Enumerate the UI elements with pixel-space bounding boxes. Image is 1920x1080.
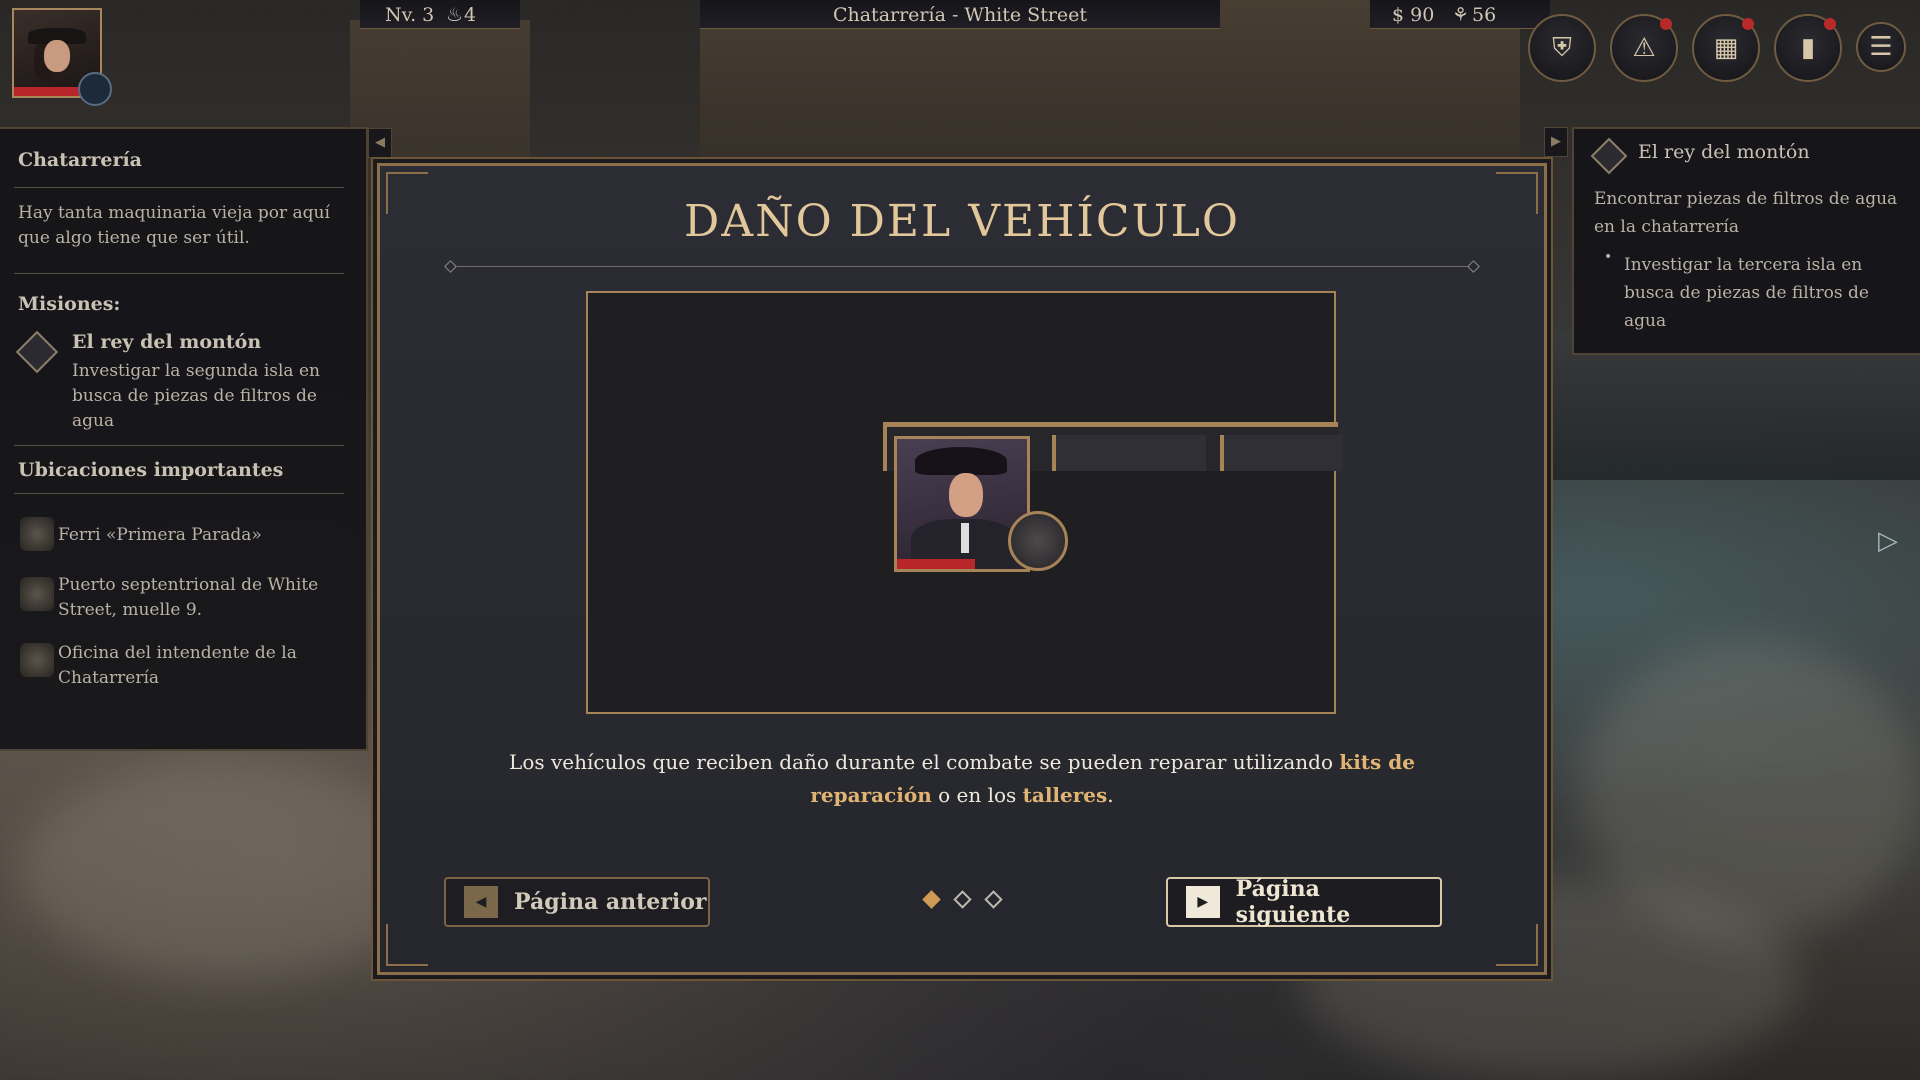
page-dot[interactable] bbox=[922, 890, 941, 909]
quest-icon bbox=[1590, 137, 1628, 175]
tutorial-dialog: DAÑO DEL VEHÍCULO Los vehículos que reci… bbox=[377, 163, 1547, 975]
keyword-workshops: talleres bbox=[1022, 783, 1108, 807]
title-divider bbox=[452, 266, 1472, 267]
location-item[interactable]: Ferri «Primera Parada» bbox=[58, 523, 348, 548]
previous-page-label: Página anterior bbox=[514, 889, 707, 915]
location-panel: Chatarrería Hay tanta maquinaria vieja p… bbox=[0, 127, 368, 751]
energy-value: 4 bbox=[464, 4, 477, 26]
expand-arrow-icon[interactable]: ▷ bbox=[1878, 526, 1898, 556]
location-name: Chatarrería bbox=[18, 149, 142, 171]
desc-text: . bbox=[1107, 783, 1114, 807]
empty-slot bbox=[1052, 435, 1206, 471]
vehicle-icon bbox=[1008, 511, 1068, 571]
tracked-quest-title[interactable]: El rey del montón bbox=[1638, 141, 1810, 163]
collapse-right-arrow-icon[interactable]: ▶ bbox=[1544, 127, 1568, 157]
guild-icon[interactable]: ⛨ bbox=[1528, 14, 1596, 82]
arrow-right-icon: ▶ bbox=[1186, 886, 1220, 918]
notification-dot bbox=[1824, 18, 1836, 30]
arrow-left-icon: ◀ bbox=[464, 886, 498, 918]
locations-heading: Ubicaciones importantes bbox=[18, 459, 284, 481]
location-title: Chatarrería - White Street bbox=[832, 4, 1088, 26]
corner-ornament bbox=[386, 924, 428, 966]
mission-text: Investigar la segunda isla en busca de p… bbox=[72, 361, 320, 431]
location-item[interactable]: Puerto septentrional de White Street, mu… bbox=[58, 573, 348, 623]
empty-slot bbox=[1220, 435, 1342, 471]
journal-icon[interactable]: ▮ bbox=[1774, 14, 1842, 82]
office-icon bbox=[20, 643, 54, 677]
quest-subobjective: Investigar la tercera isla en busca de p… bbox=[1624, 255, 1869, 331]
quest-icon bbox=[15, 330, 59, 374]
port-icon bbox=[20, 577, 54, 611]
quest-objective: Encontrar piezas de filtros de agua en l… bbox=[1594, 189, 1898, 237]
quest-tracker-panel: El rey del montón Encontrar piezas de fi… bbox=[1572, 127, 1920, 355]
next-page-label: Página siguiente bbox=[1235, 876, 1351, 928]
location-item[interactable]: Oficina del intendente de la Chatarrería bbox=[58, 641, 348, 691]
resource-icon: ⚘ bbox=[1452, 4, 1470, 26]
location-description: Hay tanta maquinaria vieja por aquí que … bbox=[18, 203, 330, 248]
previous-page-button[interactable]: ◀ Página anterior bbox=[444, 877, 710, 927]
mission-name[interactable]: El rey del montón bbox=[72, 331, 261, 353]
next-page-button[interactable]: ▶ Página siguiente bbox=[1166, 876, 1442, 928]
alert-icon[interactable]: ⚠ bbox=[1610, 14, 1678, 82]
desc-text: o en los bbox=[931, 783, 1023, 807]
dialog-description: Los vehículos que reciben daño durante e… bbox=[460, 746, 1464, 812]
level-text: Nv. 3 bbox=[385, 4, 435, 26]
corner-ornament bbox=[1496, 924, 1538, 966]
missions-heading: Misiones: bbox=[18, 293, 121, 315]
grid-icon[interactable]: ▦ bbox=[1692, 14, 1760, 82]
health-bar bbox=[897, 559, 975, 569]
desc-text: Los vehículos que reciben daño durante e… bbox=[509, 750, 1340, 774]
bullet-icon: • bbox=[1604, 249, 1613, 265]
page-dot[interactable] bbox=[984, 890, 1003, 909]
notification-dot bbox=[1660, 18, 1672, 30]
menu-icon[interactable]: ☰ bbox=[1856, 22, 1906, 72]
page-dot[interactable] bbox=[953, 890, 972, 909]
dialog-title: DAÑO DEL VEHÍCULO bbox=[684, 196, 1240, 247]
vehicle-badge-icon[interactable] bbox=[78, 72, 112, 106]
ferry-icon bbox=[20, 517, 54, 551]
tutorial-illustration bbox=[586, 291, 1342, 714]
notification-dot bbox=[1742, 18, 1754, 30]
top-right-menu: ⛨ ⚠ ▦ ▮ ☰ bbox=[1528, 14, 1906, 82]
energy-icon: ♨ bbox=[446, 4, 464, 26]
page-indicator bbox=[922, 890, 1003, 909]
money-value: $ 90 bbox=[1392, 4, 1435, 26]
resource-value: 56 bbox=[1472, 4, 1497, 26]
collapse-left-arrow-icon[interactable]: ◀ bbox=[368, 128, 392, 158]
